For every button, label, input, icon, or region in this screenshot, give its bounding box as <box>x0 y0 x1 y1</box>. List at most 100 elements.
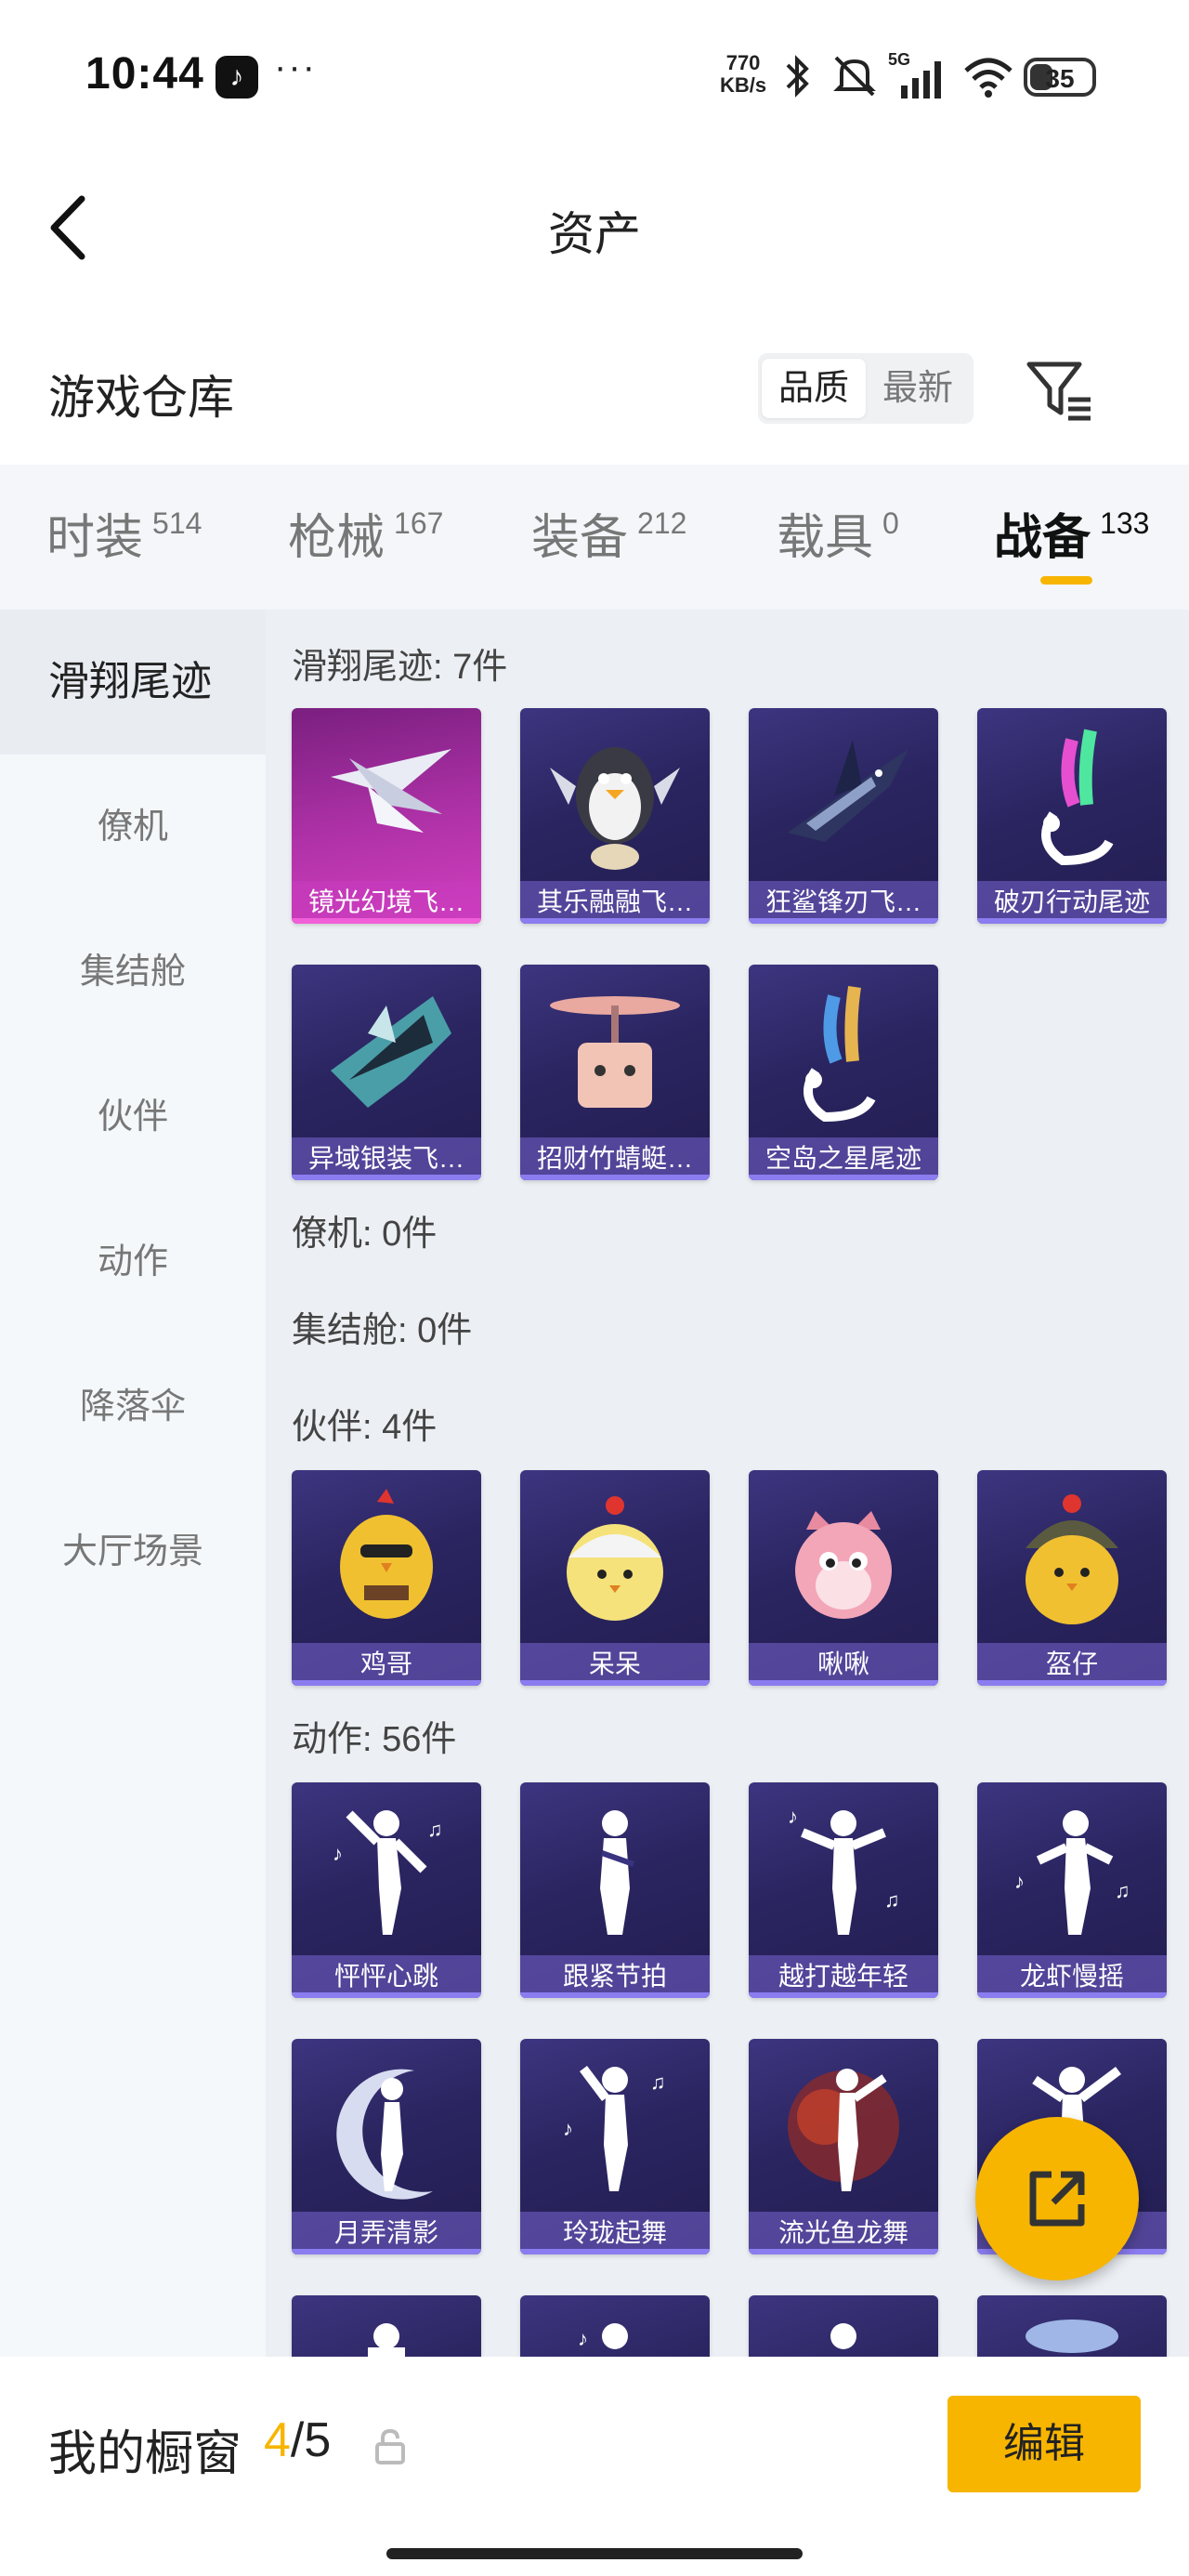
svg-text:♫: ♫ <box>427 1818 443 1841</box>
penguin-icon <box>550 747 680 870</box>
tab-count: 212 <box>637 506 687 540</box>
app-header: 资产 <box>0 139 1189 312</box>
item-card[interactable]: 鸡哥 <box>292 1470 481 1686</box>
item-card[interactable]: 镜光幻境飞… <box>292 708 481 924</box>
tab-equipment[interactable]: 装备 212 <box>531 498 686 572</box>
dancer-icon: ♪ <box>578 2323 628 2350</box>
status-time: 10:44 <box>85 49 204 99</box>
net-speed-unit: KB/s <box>720 73 767 97</box>
sidebar-item-emote[interactable]: 动作 <box>0 1189 266 1334</box>
tab-count: 0 <box>882 506 899 540</box>
item-card[interactable]: 呆呆 <box>520 1470 710 1686</box>
sidebar-item-rally-pod[interactable]: 集结舱 <box>0 900 266 1045</box>
status-bar: 10:44 ♪ ··· 770 KB/s 5G 35 <box>0 0 1189 139</box>
section-title-glide-trail: 滑翔尾迹: 7件 <box>292 648 508 687</box>
svg-text:♪: ♪ <box>578 2327 588 2350</box>
mute-icon <box>833 56 876 97</box>
svg-text:♪: ♪ <box>1014 1870 1025 1893</box>
tiktok-icon: ♪ <box>216 56 258 99</box>
tab-count: 514 <box>152 506 203 540</box>
propeller-box-icon <box>550 996 680 1108</box>
shark-icon <box>788 740 908 842</box>
section-title-wingman: 僚机: 0件 <box>292 1215 438 1254</box>
tab-fashion[interactable]: 时装 514 <box>46 498 202 572</box>
item-card[interactable]: ♪ ♫ 玲珑起舞 <box>520 2039 710 2254</box>
cellular-signal-icon: 5G <box>888 50 941 99</box>
bottom-bar: 我的橱窗 4/5 编辑 <box>0 2357 1189 2576</box>
tab-tactical[interactable]: 战备 133 <box>994 498 1149 572</box>
item-card[interactable]: 空岛之星尾迹 <box>749 965 938 1180</box>
tab-count: 133 <box>1100 506 1150 540</box>
item-card[interactable]: 狂鲨锋刃飞… <box>749 708 938 924</box>
sidebar: 滑翔尾迹 僚机 集结舱 伙伴 动作 降落伞 大厅场景 <box>0 610 266 2357</box>
showcase-separator: / <box>290 2413 305 2467</box>
item-card[interactable]: 盔仔 <box>977 1470 1167 1686</box>
item-card[interactable]: 月弄清影 <box>292 2039 481 2254</box>
dancer-icon <box>830 2323 856 2349</box>
svg-text:♫: ♫ <box>884 1888 900 1912</box>
item-card[interactable]: 其乐融融飞… <box>520 708 710 924</box>
svg-text:♪: ♪ <box>333 1842 343 1865</box>
item-card[interactable] <box>977 2295 1167 2357</box>
sidebar-item-lobby-scene[interactable]: 大厅场景 <box>0 1479 266 1624</box>
sort-quality-option[interactable]: 品质 <box>762 359 866 418</box>
chicken-icon <box>340 1489 433 1619</box>
tab-count: 167 <box>394 506 444 540</box>
smoke-trail-icon <box>1041 729 1114 866</box>
tab-label: 装备 <box>531 511 629 565</box>
sidebar-item-parachute[interactable]: 降落伞 <box>0 1334 266 1479</box>
dancer-icon: ♪♫ <box>1014 1810 1130 1935</box>
dancer-icon <box>368 2323 405 2357</box>
sidebar-item-wingman[interactable]: 僚机 <box>0 755 266 900</box>
share-button[interactable] <box>975 2117 1139 2280</box>
item-card[interactable]: ♪ ♫ 怦怦心跳 <box>292 1782 481 1998</box>
tab-guns[interactable]: 枪械 167 <box>288 498 443 572</box>
status-more: ··· <box>274 46 317 87</box>
sort-latest-option[interactable]: 最新 <box>866 359 970 418</box>
dancer-icon: ♪♫ <box>333 1810 443 1935</box>
item-card[interactable] <box>292 2295 481 2357</box>
showcase-total: 5 <box>304 2413 332 2467</box>
svg-text:♫: ♫ <box>1115 1879 1130 1902</box>
tab-vehicles[interactable]: 载具 0 <box>777 498 899 572</box>
item-card[interactable]: 流光鱼龙舞 <box>749 2039 938 2254</box>
store-title: 游戏仓库 <box>48 372 234 424</box>
item-card[interactable]: 招财竹蜻蜓… <box>520 965 710 1180</box>
svg-text:♫: ♫ <box>650 2070 666 2094</box>
showcase-current: 4 <box>264 2413 291 2467</box>
moon-dancer-icon <box>336 2069 433 2200</box>
item-card[interactable]: ♪ ♫ 越打越年轻 <box>749 1782 938 1998</box>
item-card[interactable]: 啾啾 <box>749 1470 938 1686</box>
wifi-icon <box>964 58 1013 98</box>
page-title: 资产 <box>548 208 641 260</box>
sidebar-item-companion[interactable]: 伙伴 <box>0 1045 266 1189</box>
home-indicator[interactable] <box>386 2548 803 2559</box>
item-card[interactable]: ♪ <box>520 2295 710 2357</box>
item-card[interactable]: ♪ ♫ 龙虾慢摇 <box>977 1782 1167 1998</box>
filter-icon[interactable] <box>1022 353 1096 427</box>
edit-button[interactable]: 编辑 <box>947 2396 1141 2492</box>
tab-label: 枪械 <box>288 511 385 565</box>
item-card[interactable]: 异域银装飞… <box>292 965 481 1180</box>
item-card[interactable] <box>749 2295 938 2357</box>
chick-icon <box>567 1496 663 1621</box>
tab-label: 载具 <box>777 511 874 565</box>
sidebar-item-glide-trail[interactable]: 滑翔尾迹 <box>0 610 266 755</box>
lock-icon <box>375 2428 405 2464</box>
sort-toggle: 品质 最新 <box>758 353 973 424</box>
dragon-dancer-icon <box>788 2069 899 2191</box>
net-speed-value: 770 <box>725 51 761 74</box>
svg-text:♪: ♪ <box>788 1805 798 1828</box>
section-title-rally-pod: 集结舱: 0件 <box>292 1311 473 1350</box>
tab-label: 战备 <box>994 511 1091 565</box>
section-title-companion: 伙伴: 4件 <box>292 1408 438 1447</box>
item-card[interactable]: 破刃行动尾迹 <box>977 708 1167 924</box>
bluetooth-icon <box>786 55 809 98</box>
item-card[interactable]: 跟紧节拍 <box>520 1782 710 1998</box>
scene-icon <box>1026 2320 1118 2353</box>
dancer-icon: ♪♫ <box>563 2066 666 2191</box>
svg-text:♪: ♪ <box>563 2117 573 2140</box>
net-speed: 770 KB/s <box>720 52 766 97</box>
store-header: 游戏仓库 品质 最新 <box>0 312 1189 465</box>
active-tab-indicator <box>1040 576 1092 585</box>
